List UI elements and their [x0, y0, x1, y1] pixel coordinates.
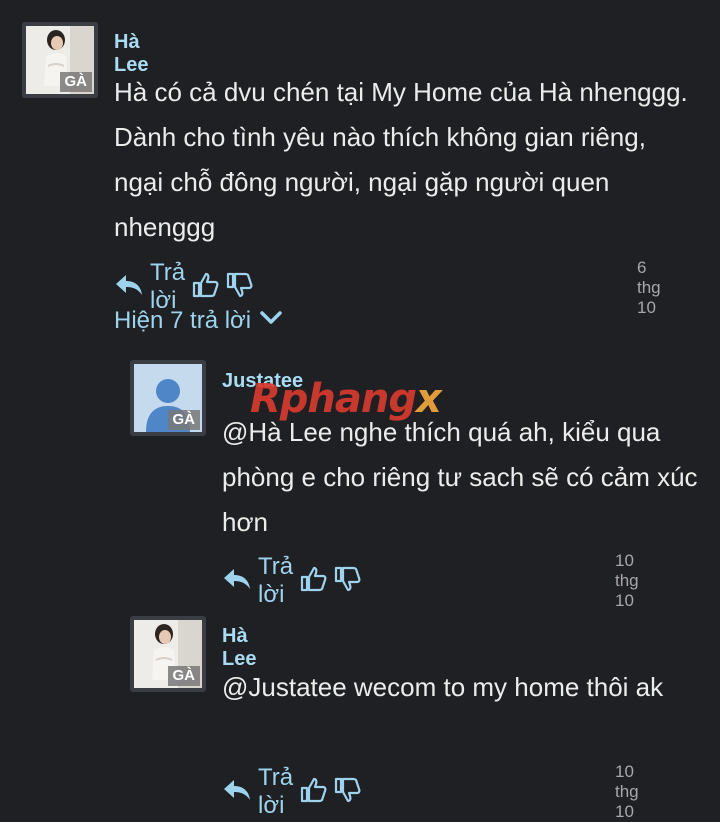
comment-date: 6 thg 10 [637, 258, 661, 317]
watermark-main: Rphang [250, 376, 417, 422]
thumbs-up-icon[interactable] [299, 565, 327, 598]
rank-badge: GÀ [59, 72, 92, 92]
thumbs-down-icon[interactable] [333, 565, 361, 598]
chevron-down-icon [259, 307, 283, 335]
thumbs-down-icon[interactable] [333, 776, 361, 809]
reply-arrow-icon[interactable] [222, 567, 252, 596]
comment-text: @Hà Lee nghe thích quá ah, kiểu qua phòn… [222, 417, 698, 537]
thumbs-down-icon[interactable] [225, 271, 253, 304]
show-replies-label: Hiện 7 trả lời [114, 307, 252, 334]
comment-text: Hà có cả dvu chén tại My Home của Hà nhe… [114, 77, 688, 242]
comment-actions: Trả lời [222, 764, 361, 820]
avatar[interactable]: GÀ [130, 360, 206, 436]
reply-button[interactable]: Trả lời [258, 553, 293, 609]
comment-date: 10 thg 10 [615, 762, 639, 821]
comment-date: 10 thg 10 [615, 551, 639, 610]
watermark-logo: Rphangx [250, 376, 442, 422]
reply-button[interactable]: Trả lời [258, 764, 293, 820]
rank-badge: GÀ [167, 410, 200, 430]
thumbs-up-icon[interactable] [299, 776, 327, 809]
avatar[interactable]: GÀ [22, 22, 98, 98]
show-replies-button[interactable]: Hiện 7 trả lời [114, 307, 283, 335]
comment-actions: Trả lời [222, 553, 361, 609]
rank-badge: GÀ [167, 666, 200, 686]
reply-arrow-icon[interactable] [114, 273, 144, 302]
avatar[interactable]: GÀ [130, 616, 206, 692]
comment-text: @Justatee wecom to my home thôi ak [222, 672, 664, 702]
thumbs-up-icon[interactable] [191, 271, 219, 304]
reply-arrow-icon[interactable] [222, 778, 252, 807]
watermark-x: x [416, 376, 442, 422]
